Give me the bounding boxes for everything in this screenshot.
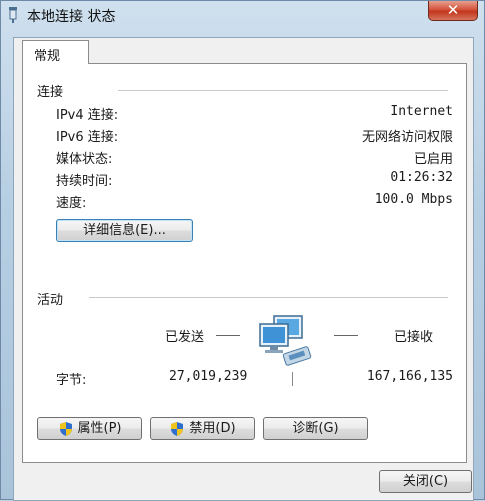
bytes-label: 字节: bbox=[56, 373, 87, 388]
bytes-sent-value: 27,019,239 bbox=[169, 369, 248, 384]
shield-icon bbox=[59, 421, 72, 436]
ipv4-connection-label: IPv4 连接: bbox=[56, 108, 119, 123]
diagnose-button-label: 诊断(G) bbox=[292, 421, 339, 436]
bytes-received-value: 167,166,135 bbox=[366, 369, 453, 384]
window-close-button[interactable]: ✕ bbox=[428, 1, 478, 21]
activity-group-label: 活动 bbox=[37, 293, 64, 308]
speed-label: 速度: bbox=[56, 196, 87, 211]
network-computers-icon bbox=[259, 315, 312, 366]
received-dash bbox=[334, 335, 358, 336]
tab-general[interactable]: 常规 bbox=[22, 40, 89, 64]
duration-label: 持续时间: bbox=[56, 174, 113, 189]
received-label: 已接收 bbox=[394, 330, 434, 345]
dialog-client-area: 常规 连接 IPv4 连接: Internet IPv6 连接: 无网络访问权限… bbox=[13, 37, 474, 501]
sent-dash bbox=[216, 335, 240, 336]
close-button-label: 关闭(C) bbox=[402, 474, 449, 489]
close-button[interactable]: 关闭(C) bbox=[379, 470, 472, 493]
ipv4-connection-value: Internet bbox=[390, 104, 453, 119]
disable-button[interactable]: 禁用(D) bbox=[150, 417, 255, 440]
media-state-value: 已启用 bbox=[413, 152, 453, 167]
activity-separator bbox=[292, 372, 293, 386]
details-button[interactable]: 详细信息(E)... bbox=[56, 219, 193, 242]
connection-group-label: 连接 bbox=[37, 85, 64, 100]
close-icon: ✕ bbox=[446, 1, 460, 19]
media-state-label: 媒体状态: bbox=[56, 152, 113, 167]
properties-button-label: 属性(P) bbox=[77, 421, 122, 436]
general-tab-panel: 连接 IPv4 连接: Internet IPv6 连接: 无网络访问权限 媒体… bbox=[22, 63, 467, 463]
ipv6-connection-label: IPv6 连接: bbox=[56, 130, 119, 145]
properties-button[interactable]: 属性(P) bbox=[37, 417, 142, 440]
details-button-label: 详细信息(E)... bbox=[83, 223, 166, 238]
window-title: 本地连接 状态 bbox=[27, 9, 116, 25]
activity-group-divider bbox=[89, 297, 448, 298]
duration-value: 01:26:32 bbox=[390, 170, 453, 185]
speed-value: 100.0 Mbps bbox=[374, 192, 453, 207]
diagnose-button[interactable]: 诊断(G) bbox=[263, 417, 368, 440]
ipv6-connection-value: 无网络访问权限 bbox=[361, 130, 453, 145]
network-adapter-icon bbox=[9, 7, 17, 23]
title-bar[interactable]: 本地连接 状态 ✕ bbox=[1, 1, 485, 29]
disable-button-label: 禁用(D) bbox=[189, 421, 236, 436]
tab-general-label: 常规 bbox=[34, 49, 61, 64]
sent-label: 已发送 bbox=[165, 330, 205, 345]
shield-icon bbox=[171, 421, 184, 436]
connection-group-divider bbox=[118, 90, 448, 91]
network-status-window: 本地连接 状态 ✕ 常规 连接 IPv4 连接: Internet IPv6 连… bbox=[0, 0, 485, 501]
